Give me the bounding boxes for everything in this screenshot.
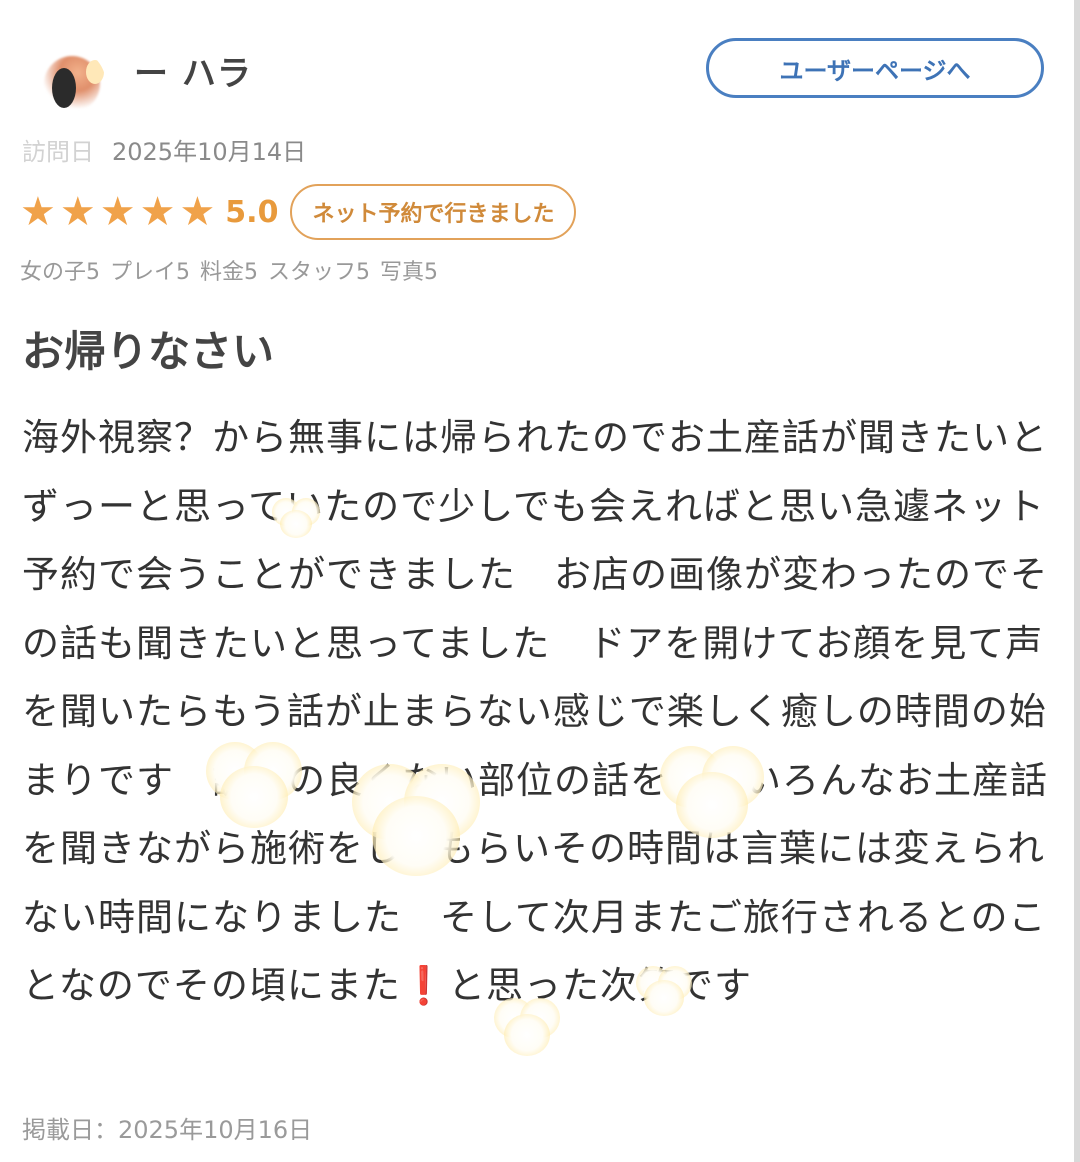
visit-date: 2025年10月14日 [112,138,307,166]
star-icon: ★ [179,189,216,235]
review-text-part2: と思った次第です [447,964,752,1007]
review-title: お帰りなさい [22,327,275,376]
score-staff: スタッフ5 [268,260,370,285]
scrollbar-edge [1074,0,1080,1162]
posted-date: 2025年10月16日 [118,1116,313,1144]
visit-date-row: 訪問日 2025年10月14日 [22,132,306,167]
score-play: プレイ5 [110,260,190,285]
score-girl: 女の子5 [20,260,100,285]
star-icon: ★ [139,189,176,235]
star-icon: ★ [59,189,96,235]
score-price: 料金5 [200,260,258,285]
posted-date-row: 掲載日：2025年10月16日 [22,1110,312,1145]
reservation-badge: ネット予約で行きました [290,184,577,240]
user-name[interactable]: ー ハラ [134,46,252,95]
avatar-shadow [52,68,76,108]
review-body: 海外視察？から無事には帰られたのでお土産話が聞きたいとずっーと思っていたので少し… [22,404,1058,1021]
rating-value: 5.0 [225,194,279,230]
star-icon: ★ [99,189,136,235]
avatar-highlight [86,60,104,84]
visit-date-label: 訪問日 [22,138,94,166]
star-rating: ★ ★ ★ ★ ★ [20,192,219,232]
star-icon: ★ [20,189,56,235]
user-page-button[interactable]: ユーザーページへ [706,38,1044,98]
avatar[interactable] [34,48,106,120]
score-breakdown: 女の子5 プレイ5 料金5 スタッフ5 写真5 [20,254,438,286]
posted-date-label: 掲載日： [22,1116,118,1144]
review-text-part1: 海外視察？から無事には帰られたのでお土産話が聞きたいとずっーと思っていたので少し… [22,416,1048,1007]
score-photo: 写真5 [380,260,438,285]
exclamation-icon: ❗ [400,964,448,1007]
rating-row: ★ ★ ★ ★ ★ 5.0 ネット予約で行きました [20,184,577,240]
